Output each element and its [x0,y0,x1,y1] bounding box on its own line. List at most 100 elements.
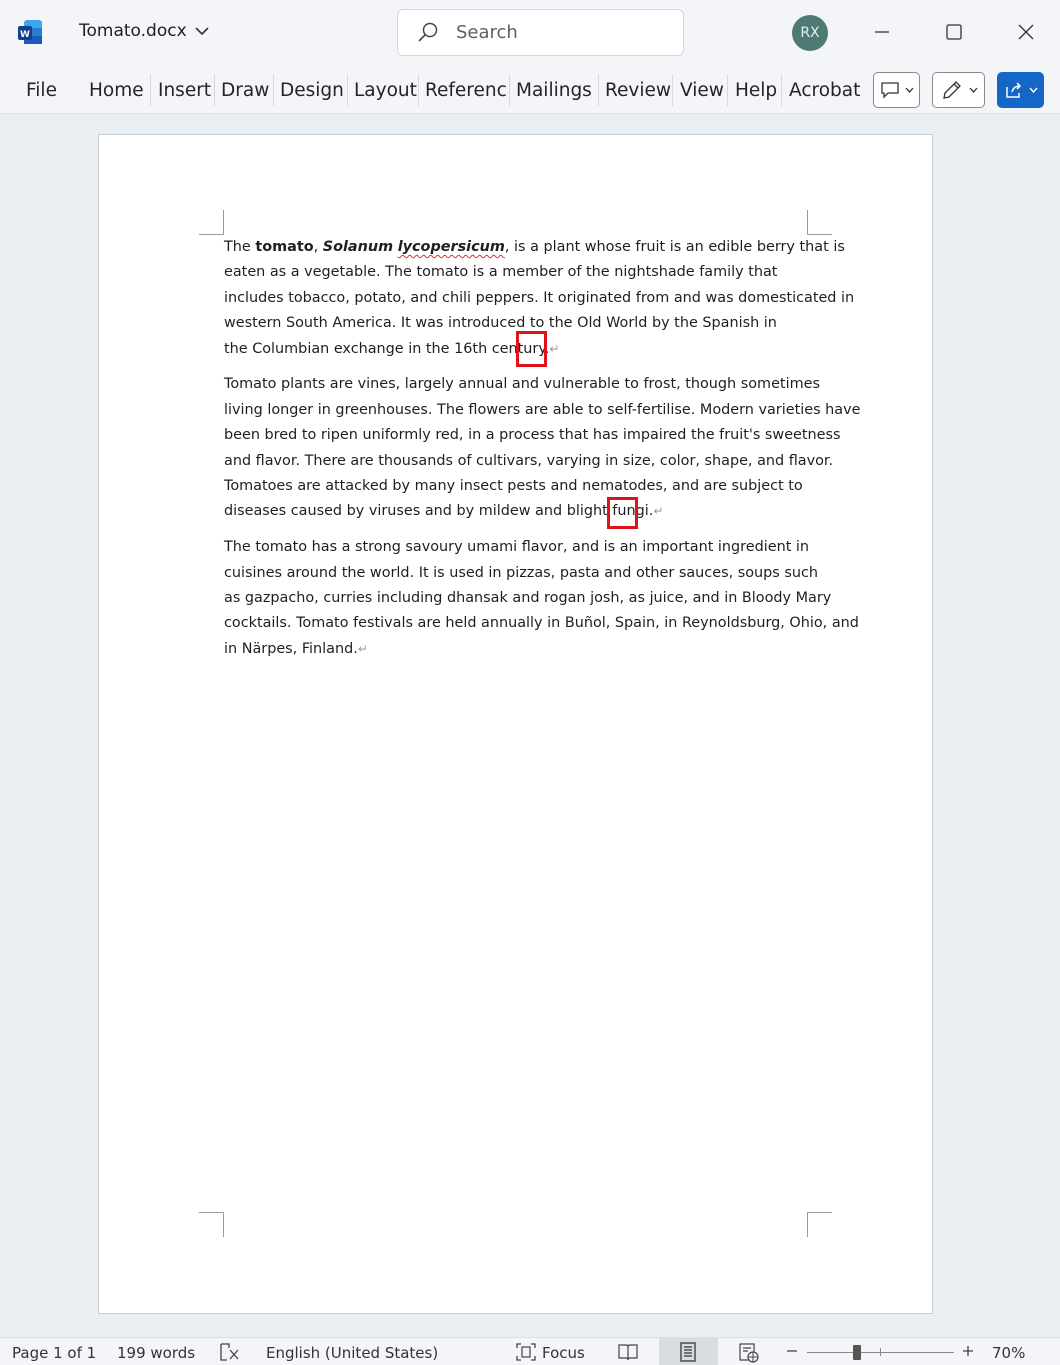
print-layout-icon[interactable] [678,1342,698,1362]
tab-divider [273,74,274,106]
zoom-slider-thumb[interactable] [853,1345,861,1360]
highlight-box [516,331,547,367]
search-input[interactable] [456,22,656,43]
crop-mark-bottom-right [807,1212,832,1237]
tab-design[interactable]: Design [280,80,344,101]
document-body[interactable]: The tomato, Solanum lycopersicum, is a p… [224,235,861,673]
avatar-initials: RX [800,25,820,41]
document-title: Tomato.docx [79,21,187,41]
tab-divider [509,74,510,106]
language-indicator[interactable]: English (United States) [266,1344,438,1362]
tab-review[interactable]: Review [605,80,671,101]
crop-mark-top-left [199,210,224,235]
maximize-button[interactable] [936,14,972,50]
tab-insert[interactable]: Insert [158,80,211,101]
text-line: The tomato has a strong savoury umami fl… [224,539,810,556]
tab-divider [418,74,419,106]
tab-divider [598,74,599,106]
tab-draw[interactable]: Draw [221,80,269,101]
minimize-icon [875,31,889,33]
text-line: as gazpacho, curries including dhansak a… [224,590,832,607]
pen-icon [942,81,961,99]
text-line: and flavor. There are thousands of culti… [224,452,834,469]
text-line: in Närpes, Finland.↵ [224,637,824,662]
text-run: , [313,239,323,255]
text-run: in Närpes, Finland. [224,640,358,657]
paragraph-2[interactable]: Tomato plants are vines, largely annual … [224,372,861,524]
tab-file[interactable]: File [26,80,57,101]
text-line: living longer in greenhouses. The flower… [224,401,861,418]
close-button[interactable] [1008,14,1044,50]
close-icon [1018,24,1034,40]
chevron-down-icon [905,87,913,93]
text-line: been bred to ripen uniformly red, in a p… [224,427,841,444]
text-line: diseases caused by viruses and by mildew… [224,499,824,524]
tab-divider [347,74,348,106]
tab-layout[interactable]: Layout [354,80,417,101]
paragraph-mark-icon: ↵ [357,641,368,656]
text-line: Tomato plants are vines, largely annual … [224,376,820,393]
tab-divider [150,74,151,106]
minimize-button[interactable] [864,14,900,50]
tab-view[interactable]: View [680,80,724,101]
maximize-icon [946,24,962,40]
bold-term: tomato [255,239,314,255]
status-bar: Page 1 of 1 199 words English (United St… [0,1337,1060,1365]
tab-home[interactable]: Home [89,80,144,101]
focus-button[interactable]: Focus [542,1344,585,1362]
tab-divider [781,74,782,106]
spelling-error-term[interactable]: lycopersicum [398,239,505,255]
proofing-icon[interactable] [219,1342,241,1362]
text-run: the Columbian exchange in the 16th centu… [224,340,550,357]
text-line: cocktails. Tomato festivals are held ann… [224,615,859,632]
text-run: , is a plant whose fruit is an edible be… [504,239,845,255]
chevron-down-icon [969,87,977,93]
document-page[interactable]: The tomato, Solanum lycopersicum, is a p… [98,134,933,1314]
crop-mark-top-right [807,210,832,235]
zoom-level[interactable]: 70% [992,1344,1025,1362]
text-line: eaten as a vegetable. The tomato is a me… [224,264,778,281]
comments-button[interactable] [873,72,920,108]
tab-divider [672,74,673,106]
document-title-menu[interactable]: Tomato.docx [79,21,209,41]
word-app-icon: W [18,20,42,44]
tab-mailings[interactable]: Mailings [516,80,592,101]
zoom-out-icon[interactable] [786,1345,798,1357]
text-line: Tomatoes are attacked by many insect pes… [224,478,803,495]
tab-references[interactable]: References [425,80,507,101]
genus-term: Solanum [322,239,394,255]
crop-mark-bottom-left [199,1212,224,1237]
paragraph-mark-icon: ↵ [549,341,560,356]
editing-mode-button[interactable] [932,72,985,108]
svg-text:W: W [20,30,30,40]
text-line: cuisines around the world. It is used in… [224,564,818,581]
tab-divider [214,74,215,106]
paragraph-mark-icon: ↵ [653,504,664,519]
share-icon [1005,82,1021,98]
chevron-down-icon [1028,87,1038,93]
share-button[interactable] [997,72,1044,108]
word-count[interactable]: 199 words [117,1344,195,1362]
comment-icon [880,82,899,99]
avatar[interactable]: RX [792,15,828,51]
text-run: diseases caused by viruses and by mildew… [224,503,654,520]
page-count[interactable]: Page 1 of 1 [12,1344,96,1362]
title-bar: W Tomato.docx RX [0,0,1060,64]
read-mode-icon[interactable] [617,1342,639,1362]
highlight-box [607,497,638,529]
chevron-down-icon [195,27,209,36]
text-line: includes tobacco, potato, and chili pepp… [224,289,855,306]
zoom-in-icon[interactable] [962,1345,974,1357]
text-line: The tomato, Solanum lycopersicum, is a p… [224,235,845,260]
zoom-slider-center-tick [880,1348,881,1356]
tab-divider [727,74,728,106]
paragraph-3[interactable]: The tomato has a strong savoury umami fl… [224,535,859,662]
tab-acrobat[interactable]: Acrobat [789,80,860,101]
text-run: The [224,239,256,255]
focus-icon[interactable] [515,1342,537,1362]
tab-help[interactable]: Help [735,80,777,101]
search-icon [418,22,438,42]
ribbon-tabs: File Home Insert Draw Design Layout Refe… [0,64,1060,114]
search-box[interactable] [397,9,684,56]
web-layout-icon[interactable] [738,1342,760,1364]
